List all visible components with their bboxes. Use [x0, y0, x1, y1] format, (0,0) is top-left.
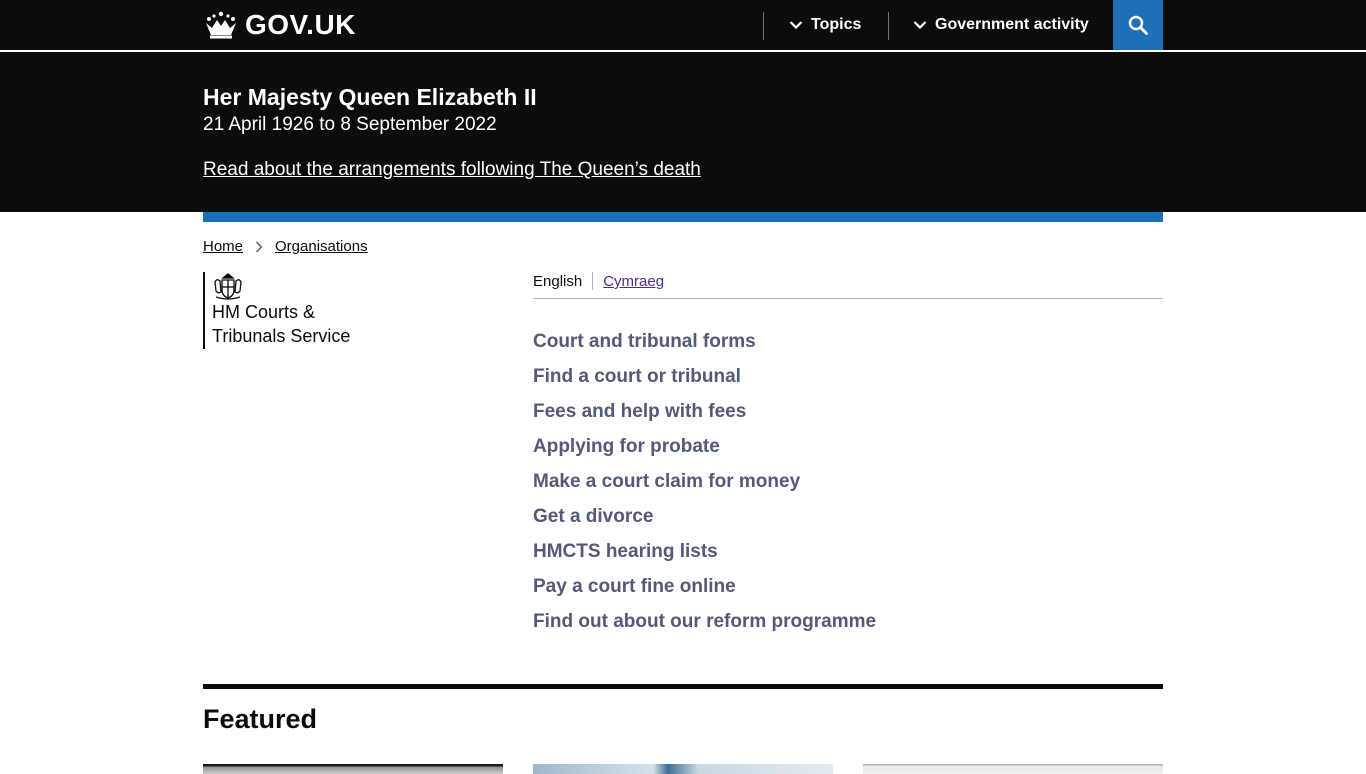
breadcrumb-home-link[interactable]: Home [203, 237, 243, 257]
site-header: GOV.UK Topics Government activity [0, 0, 1366, 50]
featured-image[interactable] [203, 764, 503, 774]
link-find-court-tribunal[interactable]: Find a court or tribunal [533, 366, 741, 387]
banner-title: Her Majesty Queen Elizabeth II [203, 84, 537, 110]
nav-topics-button[interactable]: Topics [789, 0, 861, 50]
language-current: English [533, 273, 583, 290]
list-item: Find a court or tribunal [533, 364, 876, 399]
notice-banner: Her Majesty Queen Elizabeth II 21 April … [0, 52, 1366, 212]
nav-topics-label: Topics [811, 16, 862, 33]
link-get-divorce[interactable]: Get a divorce [533, 506, 653, 527]
featured-divider [203, 684, 1163, 689]
breadcrumb-organisations-link[interactable]: Organisations [275, 237, 368, 257]
nav-government-activity-label: Government activity [935, 16, 1089, 33]
promotional-links-list: Court and tribunal forms Find a court or… [533, 329, 876, 644]
list-item: Pay a court fine online [533, 574, 876, 609]
link-fees-help[interactable]: Fees and help with fees [533, 401, 746, 422]
nav-government-activity-button[interactable]: Government activity [913, 0, 1089, 50]
header-blue-bar [203, 212, 1163, 222]
banner-link[interactable]: Read about the arrangements following Th… [203, 158, 701, 182]
breadcrumb: Home Organisations [203, 237, 368, 257]
royal-crest-icon [214, 273, 242, 300]
crown-icon [206, 11, 236, 39]
link-reform-programme[interactable]: Find out about our reform programme [533, 611, 876, 632]
list-item: Get a divorce [533, 504, 876, 539]
link-applying-probate[interactable]: Applying for probate [533, 436, 720, 457]
nav-divider [888, 12, 889, 40]
chevron-down-icon [789, 21, 803, 30]
language-cymraeg-link[interactable]: Cymraeg [593, 272, 664, 292]
organisation-name: HM Courts & Tribunals Service [212, 302, 351, 346]
link-court-tribunal-forms[interactable]: Court and tribunal forms [533, 331, 756, 352]
list-item: HMCTS hearing lists [533, 539, 876, 574]
logo-text: GOV.UK [245, 9, 356, 40]
language-switcher: English Cymraeg [533, 272, 1163, 299]
featured-image[interactable] [863, 764, 1163, 774]
list-item: Fees and help with fees [533, 399, 876, 434]
link-hearing-lists[interactable]: HMCTS hearing lists [533, 541, 718, 562]
list-item: Court and tribunal forms [533, 329, 876, 364]
nav-divider [763, 12, 764, 40]
featured-heading: Featured [203, 704, 318, 734]
link-court-claim-money[interactable]: Make a court claim for money [533, 471, 800, 492]
chevron-down-icon [913, 21, 927, 30]
chevron-right-icon [256, 241, 263, 253]
link-pay-court-fine[interactable]: Pay a court fine online [533, 576, 736, 597]
banner-dates: 21 April 1926 to 8 September 2022 [203, 114, 497, 135]
govuk-logo-link[interactable]: GOV.UK [203, 8, 356, 42]
list-item: Make a court claim for money [533, 469, 876, 504]
featured-image[interactable] [533, 764, 833, 774]
list-item: Applying for probate [533, 434, 876, 469]
search-button[interactable] [1113, 0, 1163, 50]
search-icon [1128, 15, 1148, 35]
list-item: Find out about our reform programme [533, 609, 876, 644]
organisation-logo: HM Courts & Tribunals Service [203, 272, 403, 349]
